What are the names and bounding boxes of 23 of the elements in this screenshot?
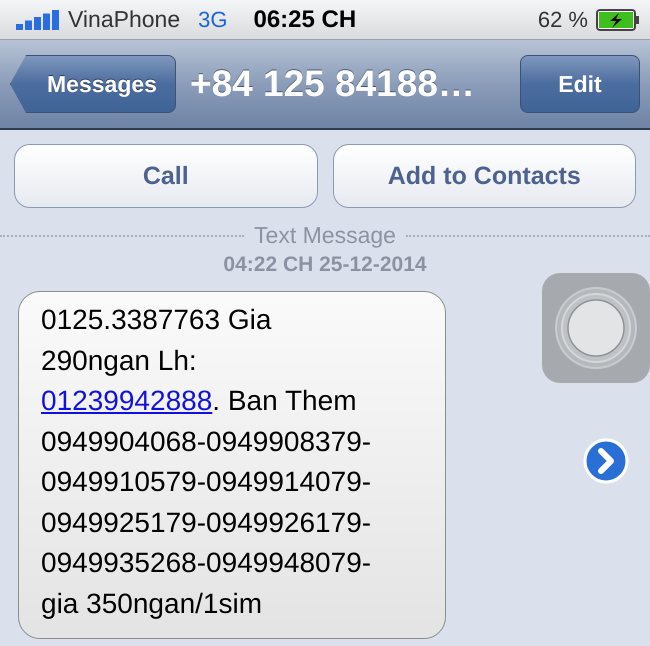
disclosure-icon[interactable] [583,438,629,484]
network-type: 3G [198,6,228,32]
message-text: 290ngan Lh: [41,344,197,376]
action-button[interactable]: Add to Contacts [332,144,636,208]
message-text: 0125.3387763 Gia [41,304,272,335]
thread-label: Text Message [254,222,396,249]
battery-icon [596,8,640,32]
action-button[interactable]: Call [14,144,318,208]
battery-percent: 62 % [538,6,588,32]
message-text: 0949935268-0949948079- [41,547,372,578]
signal-icon [16,10,60,30]
message-text: . Ban Them [212,385,357,416]
message-text: 0949904068-0949908379- [41,426,372,456]
phone-link[interactable]: 01239942888 [41,385,212,416]
edit-button[interactable]: Edit [520,55,640,113]
message-timestamp: 04:22 CH 25-12-2014 [222,253,428,277]
nav-title: +84 125 84188… [190,63,476,105]
message-text: 0949910579-0949914079- [41,466,372,497]
carrier-name: VinaPhone [68,6,180,33]
status-time: 06:25 CH [253,6,356,34]
message-text: 0949925179-0949926179- [41,506,372,538]
back-button[interactable]: Messages [10,55,176,113]
message-text: gia 350ngan/1sim [41,588,262,618]
